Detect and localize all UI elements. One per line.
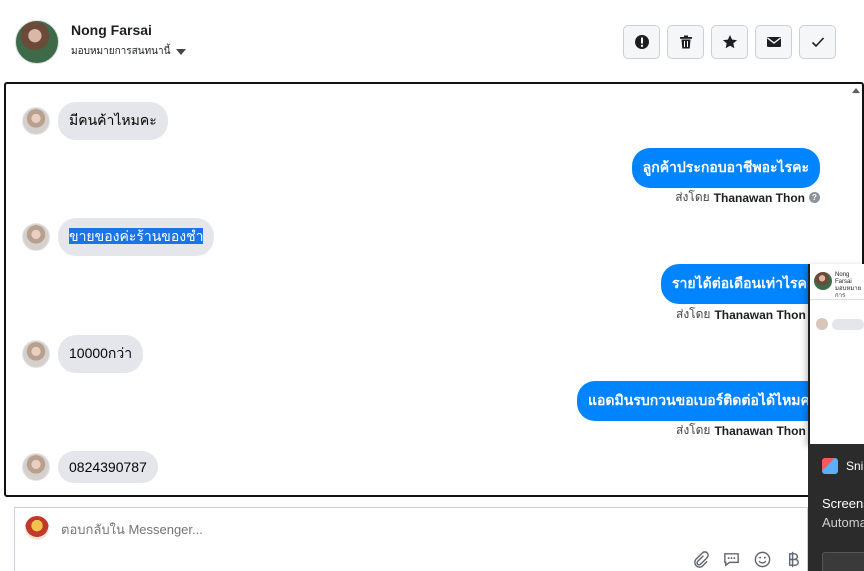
notification-app-name: Snipping Tool bbox=[846, 459, 864, 473]
snip-preview-window[interactable]: Nong Farsai มอบหมายการ bbox=[808, 264, 864, 444]
sent-by-line: ส่งโดย Thanawan Thon bbox=[676, 305, 806, 324]
reply-composer bbox=[14, 507, 808, 571]
selected-text[interactable]: ขายของค่ะร้านของชำ bbox=[69, 228, 204, 244]
preview-sub: มอบหมายการ bbox=[835, 286, 862, 299]
mark-unread-button[interactable] bbox=[755, 25, 792, 59]
snipping-tool-notification[interactable]: Snipping Tool Screenshot copied to clipb… bbox=[808, 444, 864, 571]
message-bubble[interactable]: มีคนค้าไหมคะ bbox=[58, 102, 168, 140]
composer-tools bbox=[691, 550, 803, 569]
preview-name: Nong Farsai bbox=[835, 272, 852, 285]
mark-spam-button[interactable] bbox=[623, 25, 660, 59]
sent-by-label: ส่งโดย bbox=[675, 190, 710, 204]
contact-avatar[interactable] bbox=[15, 20, 59, 64]
avatar bbox=[814, 272, 832, 290]
incoming-message: มีคนค้าไหมคะ bbox=[22, 102, 168, 140]
caret-down-icon bbox=[176, 48, 187, 55]
notification-body: Automatically saved to screenshots folde… bbox=[822, 515, 864, 530]
sender-avatar bbox=[22, 453, 50, 481]
envelope-icon bbox=[766, 37, 781, 47]
star-button[interactable] bbox=[711, 25, 748, 59]
emoji-icon[interactable] bbox=[753, 550, 772, 569]
outgoing-message-bubble[interactable]: ลูกค้าประกอบอาชีพอะไรคะ bbox=[631, 148, 820, 188]
sender-name[interactable]: Thanawan Thon bbox=[714, 191, 805, 205]
incoming-message: 0824390787 bbox=[22, 451, 158, 483]
snip-preview-header: Nong Farsai มอบหมายการ bbox=[810, 264, 864, 300]
outgoing-message-bubble[interactable]: แอดมินรบกวนขอเบอร์ติดต่อได้ไหมคะ bbox=[577, 381, 829, 421]
incoming-message: ขายของค่ะร้านของชำ bbox=[22, 218, 215, 256]
sent-by-line: ส่งโดย Thanawan Thon ? bbox=[675, 188, 820, 207]
scroll-up-arrow-icon[interactable] bbox=[852, 88, 860, 93]
contact-name[interactable]: Nong Farsai bbox=[71, 22, 152, 38]
outgoing-message-bubble[interactable]: รายได้ต่อเดือนเท่าไรคะ bbox=[661, 264, 826, 304]
sender-avatar bbox=[22, 107, 50, 135]
conversation-view: Nong Farsai มอบหมายการสนทนานี้ มีคนค้าไห… bbox=[0, 0, 864, 571]
notification-app: Snipping Tool bbox=[822, 458, 864, 474]
conversation-header: Nong Farsai มอบหมายการสนทนานี้ bbox=[0, 0, 864, 82]
mark-done-button[interactable] bbox=[799, 25, 836, 59]
sender-name[interactable]: Thanawan Thon bbox=[714, 424, 805, 438]
notification-title: Screenshot copied to clipboard bbox=[822, 496, 864, 511]
avatar bbox=[816, 318, 828, 330]
sent-by-label: ส่งโดย bbox=[676, 423, 711, 437]
check-icon bbox=[811, 37, 824, 48]
sent-by-line: ส่งโดย Thanawan Thon bbox=[676, 421, 806, 440]
notification-action-button[interactable] bbox=[822, 552, 864, 571]
sender-name[interactable]: Thanawan Thon bbox=[714, 308, 805, 322]
message-bubble[interactable]: 10000กว่า bbox=[58, 335, 144, 373]
sender-avatar bbox=[22, 223, 50, 251]
header-actions bbox=[623, 25, 836, 59]
saved-reply-icon[interactable] bbox=[722, 550, 741, 569]
info-icon[interactable]: ? bbox=[809, 192, 820, 203]
delete-button[interactable] bbox=[667, 25, 704, 59]
trash-icon bbox=[679, 35, 692, 49]
sender-avatar bbox=[22, 340, 50, 368]
page-avatar bbox=[25, 516, 49, 540]
message-bubble[interactable]: 0824390787 bbox=[58, 451, 158, 483]
currency-icon[interactable] bbox=[784, 550, 803, 569]
message-thread[interactable]: มีคนค้าไหมคะ ลูกค้าประกอบอาชีพอะไรคะ ส่ง… bbox=[4, 82, 864, 497]
incoming-message: 10000กว่า bbox=[22, 335, 144, 373]
assign-label: มอบหมายการสนทนานี้ bbox=[71, 46, 171, 57]
sent-by-label: ส่งโดย bbox=[676, 307, 711, 321]
reply-input[interactable] bbox=[61, 522, 661, 537]
paperclip-icon[interactable] bbox=[691, 550, 710, 569]
star-icon bbox=[722, 35, 737, 49]
assign-conversation-dropdown[interactable]: มอบหมายการสนทนานี้ bbox=[71, 44, 187, 59]
snipping-tool-icon bbox=[822, 458, 838, 474]
preview-message bbox=[816, 318, 864, 330]
preview-bubble bbox=[832, 318, 864, 330]
exclamation-icon bbox=[634, 35, 649, 49]
message-bubble[interactable]: ขายของค่ะร้านของชำ bbox=[58, 218, 215, 256]
